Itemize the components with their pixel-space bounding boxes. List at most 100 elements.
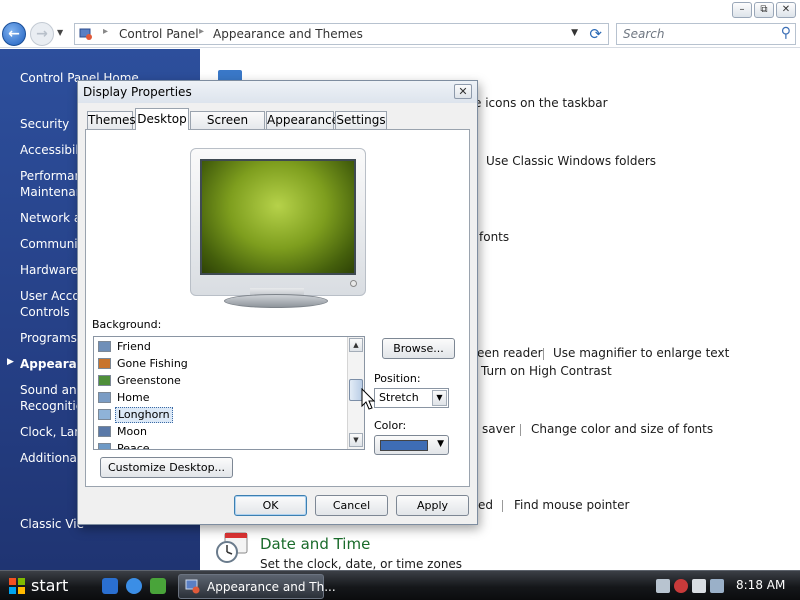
- security-shield-icon[interactable]: [674, 579, 688, 593]
- sidebar-item-additional[interactable]: Additional: [20, 450, 80, 466]
- search-icon[interactable]: ⚲: [781, 25, 791, 41]
- search-box[interactable]: Search ⚲: [616, 23, 796, 45]
- power-button-icon: [350, 280, 357, 287]
- forward-button[interactable]: →: [30, 22, 54, 46]
- close-button[interactable]: ✕: [776, 2, 796, 18]
- background-label: Background:: [92, 318, 162, 331]
- background-list[interactable]: Friend Gone Fishing Greenstone Home Long…: [93, 336, 365, 450]
- scroll-up-icon[interactable]: ▲: [349, 338, 363, 352]
- apply-button[interactable]: Apply: [396, 495, 469, 516]
- classic-folders-link[interactable]: Use Classic Windows folders: [486, 154, 656, 168]
- classic-view-link[interactable]: Classic Vie: [20, 516, 84, 532]
- find-mouse-pointer-link[interactable]: Find mouse pointer: [514, 498, 629, 512]
- sidebar-item-user-accounts[interactable]: User Acco: [20, 288, 80, 304]
- taskbar: start Appearance and Th... 8:18 AM: [0, 570, 800, 600]
- restore-button[interactable]: ⧉: [754, 2, 774, 18]
- chevron-down-icon[interactable]: ▼: [432, 390, 447, 406]
- sidebar-item-clock-language[interactable]: Clock, Lan: [20, 424, 82, 440]
- sidebar-item-programs[interactable]: Programs: [20, 330, 77, 346]
- link-separator: [520, 424, 521, 436]
- window-titlebar: – ⧉ ✕: [0, 0, 800, 20]
- clock-calendar-icon: [216, 532, 248, 563]
- date-time-category-link[interactable]: Date and Time: [260, 535, 370, 553]
- fonts-link[interactable]: fonts: [479, 230, 509, 244]
- start-label: start: [31, 576, 69, 595]
- wallpaper-thumbnail-icon: [98, 358, 111, 369]
- taskbar-icons-link[interactable]: e icons on the taskbar: [474, 96, 608, 110]
- scroll-down-icon[interactable]: ▼: [349, 433, 363, 447]
- sidebar-item-performance[interactable]: Performan: [20, 168, 82, 184]
- address-bar[interactable]: ▸ Control Panel ▸ Appearance and Themes …: [74, 23, 609, 45]
- tab-appearance[interactable]: Appearance: [266, 111, 339, 129]
- breadcrumb-appearance-and-themes[interactable]: Appearance and Themes: [213, 27, 363, 41]
- taskbar-item-label: Appearance and Th...: [207, 580, 336, 594]
- wallpaper-thumbnail-icon: [98, 341, 111, 352]
- tab-themes[interactable]: Themes: [87, 111, 136, 129]
- color-picker-button[interactable]: ▼: [374, 435, 449, 455]
- dialog-close-button[interactable]: ✕: [454, 84, 472, 99]
- sidebar-item-controls[interactable]: Controls: [20, 304, 70, 320]
- magnifier-link[interactable]: Use magnifier to enlarge text: [553, 346, 729, 360]
- monitor-base: [224, 294, 328, 308]
- wallpaper-thumbnail-icon: [98, 392, 111, 403]
- cancel-button[interactable]: Cancel: [315, 495, 388, 516]
- tab-desktop[interactable]: Desktop: [135, 108, 189, 130]
- back-button[interactable]: ←: [2, 22, 26, 46]
- quick-launch-browser-icon[interactable]: [102, 578, 118, 594]
- taskbar-item-appearance-and-themes[interactable]: Appearance and Th...: [178, 574, 336, 599]
- tab-settings[interactable]: Settings: [335, 111, 387, 129]
- safely-remove-icon[interactable]: [692, 579, 706, 593]
- tab-screen-saver[interactable]: Screen Saver: [190, 111, 265, 143]
- mouse-link-fragment[interactable]: ed: [478, 498, 493, 512]
- customize-desktop-button[interactable]: Customize Desktop...: [100, 457, 233, 478]
- sidebar-item-network[interactable]: Network a: [20, 210, 81, 226]
- mouse-pointer-icon: [361, 388, 376, 410]
- screen-reader-link[interactable]: een reader: [477, 346, 543, 360]
- ok-button[interactable]: OK: [234, 495, 307, 516]
- list-item-label: Friend: [117, 340, 151, 353]
- high-contrast-link[interactable]: Turn on High Contrast: [481, 364, 612, 378]
- minimize-button[interactable]: –: [732, 2, 752, 18]
- sidebar-item-sound[interactable]: Sound and: [20, 382, 84, 398]
- list-item-label: Peace: [117, 442, 150, 450]
- position-select[interactable]: Stretch ▼: [374, 388, 449, 408]
- control-panel-icon: [79, 28, 92, 40]
- list-item-label: Moon: [117, 425, 147, 438]
- volume-icon[interactable]: [710, 579, 724, 593]
- sidebar-item-communications[interactable]: Communi: [20, 236, 78, 252]
- screen-saver-link[interactable]: saver: [482, 422, 515, 436]
- sidebar-item-hardware[interactable]: Hardware: [20, 262, 78, 278]
- link-separator: [502, 500, 503, 512]
- color-size-fonts-link[interactable]: Change color and size of fonts: [531, 422, 713, 436]
- sidebar-item-accessibility[interactable]: Accessibili: [20, 142, 82, 158]
- dialog-title: Display Properties: [83, 85, 192, 99]
- quick-launch-ie-icon[interactable]: [126, 578, 142, 594]
- recent-pages-dropdown-icon[interactable]: ▼: [57, 28, 63, 37]
- display-properties-dialog: Display Properties ✕ Themes Desktop Scre…: [77, 80, 478, 525]
- color-swatch: [380, 440, 428, 451]
- address-dropdown-icon[interactable]: ▼: [571, 28, 578, 38]
- browse-button[interactable]: Browse...: [382, 338, 455, 359]
- wallpaper-thumbnail-icon: [98, 409, 111, 420]
- search-placeholder: Search: [623, 27, 665, 41]
- breadcrumb-control-panel[interactable]: Control Panel: [119, 27, 199, 41]
- quick-launch-desktop-icon[interactable]: [150, 578, 166, 594]
- color-label: Color:: [374, 419, 407, 432]
- network-icon[interactable]: [656, 579, 670, 593]
- active-item-arrow-icon: ▶: [7, 357, 14, 367]
- system-tray: 8:18 AM: [650, 574, 800, 599]
- dialog-titlebar[interactable]: Display Properties ✕: [78, 81, 477, 103]
- position-value: Stretch: [379, 391, 419, 404]
- sidebar-item-security[interactable]: Security: [20, 116, 69, 132]
- link-separator: [543, 348, 544, 360]
- breadcrumb-separator: ▸: [199, 26, 205, 37]
- list-item-label: Gone Fishing: [117, 357, 188, 370]
- clock[interactable]: 8:18 AM: [736, 578, 785, 592]
- list-item-label: Home: [117, 391, 150, 404]
- forward-arrow-icon: →: [36, 26, 48, 42]
- sidebar-item-recognition[interactable]: Recognitic: [20, 398, 82, 414]
- sidebar-item-maintenance[interactable]: Maintenar: [20, 184, 81, 200]
- date-time-task-link[interactable]: Set the clock, date, or time zones: [260, 557, 462, 571]
- refresh-icon[interactable]: ⟳: [589, 25, 602, 43]
- start-button[interactable]: start: [0, 572, 88, 600]
